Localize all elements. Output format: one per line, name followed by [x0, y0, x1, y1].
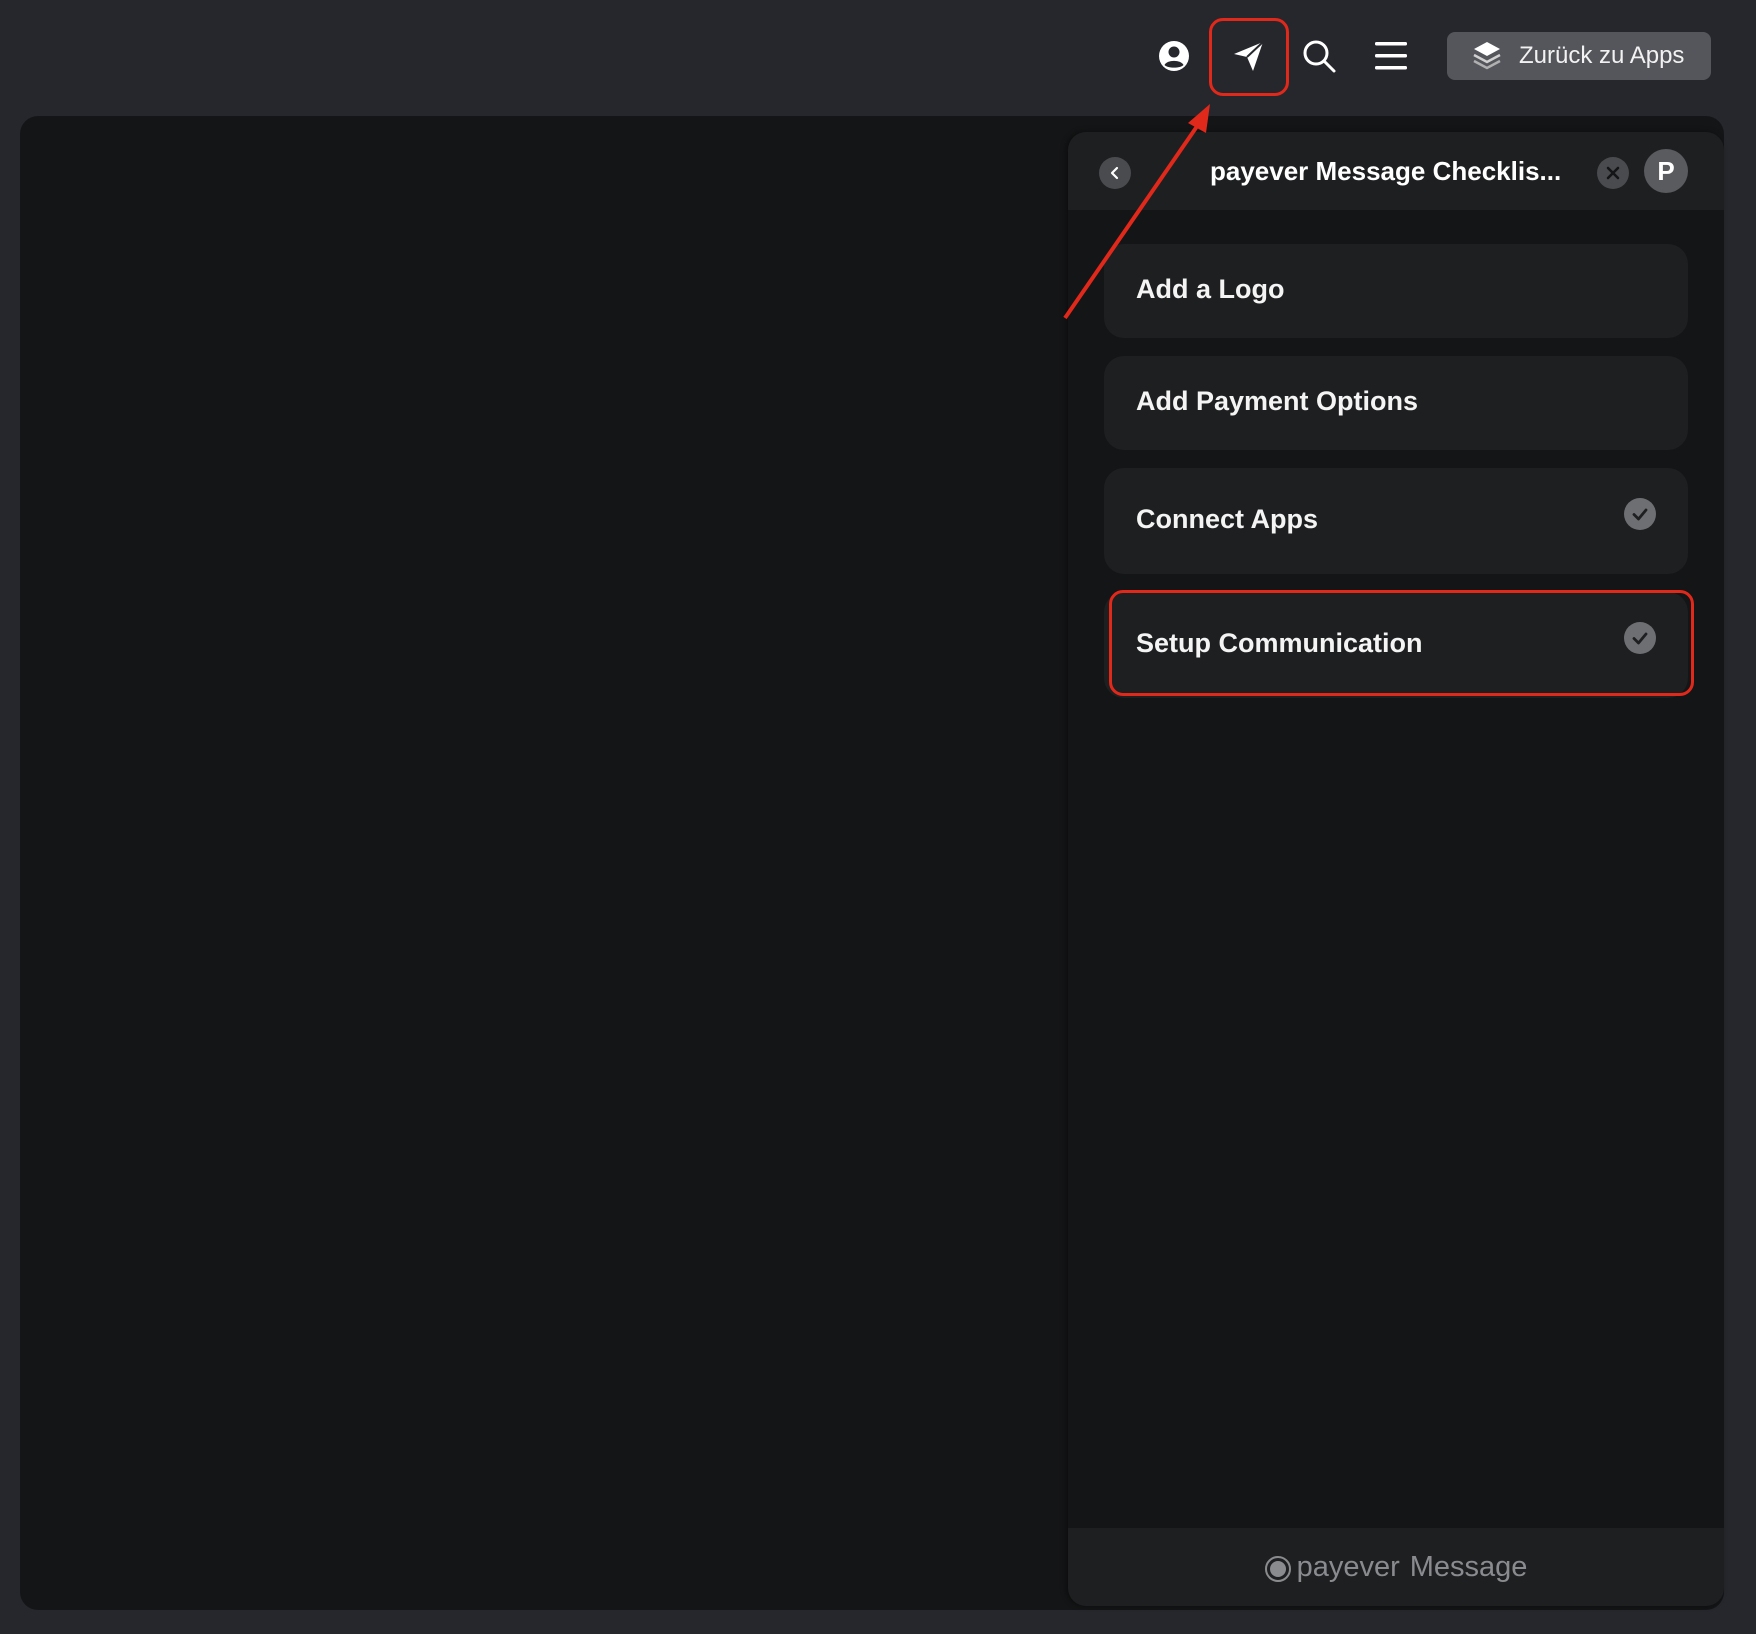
- checklist-item-label: Add a Logo: [1136, 274, 1285, 304]
- close-icon: [1606, 166, 1620, 180]
- checklist-item-add-logo[interactable]: Add a Logo: [1104, 244, 1688, 338]
- checklist-item-setup-communication[interactable]: Setup Communication: [1104, 592, 1688, 698]
- checklist-item-add-payment-options[interactable]: Add Payment Options: [1104, 356, 1688, 450]
- send-message-button[interactable]: [1219, 26, 1279, 86]
- panel-title: payever Message Checklis...: [1210, 156, 1562, 186]
- check-icon: [1624, 622, 1656, 654]
- footer-product: Message: [1409, 1550, 1528, 1583]
- user-profile-button[interactable]: [1144, 26, 1204, 86]
- search-button[interactable]: [1289, 26, 1349, 86]
- panel-back-button[interactable]: [1099, 157, 1131, 189]
- search-icon: [1303, 40, 1336, 73]
- back-to-apps-label: Zurück zu Apps: [1519, 42, 1685, 69]
- checklist-panel: payever Message Checklis... P Add a Logo…: [1068, 132, 1724, 1606]
- panel-header: payever Message Checklis... P: [1068, 132, 1724, 210]
- checklist-item-connect-apps[interactable]: Connect Apps: [1104, 468, 1688, 574]
- panel-close-button[interactable]: [1597, 157, 1629, 189]
- checklist-item-label: Add Payment Options: [1136, 386, 1419, 416]
- menu-button[interactable]: [1361, 26, 1421, 86]
- payever-logo-icon: [1264, 1556, 1291, 1582]
- menu-icon: [1375, 42, 1407, 70]
- back-to-apps-button[interactable]: Zurück zu Apps: [1447, 32, 1711, 80]
- layers-icon: [1467, 36, 1507, 76]
- footer-brand: payever: [1296, 1550, 1400, 1583]
- top-toolbar: Zurück zu Apps: [0, 0, 1756, 112]
- send-icon: [1234, 41, 1264, 71]
- check-icon: [1624, 498, 1656, 530]
- checklist-item-label: Connect Apps: [1136, 504, 1318, 534]
- avatar[interactable]: P: [1644, 149, 1688, 193]
- user-circle-icon: [1159, 41, 1189, 71]
- checklist-item-label: Setup Communication: [1136, 628, 1423, 658]
- chevron-left-icon: [1110, 166, 1119, 180]
- panel-footer: payever Message: [1068, 1528, 1724, 1606]
